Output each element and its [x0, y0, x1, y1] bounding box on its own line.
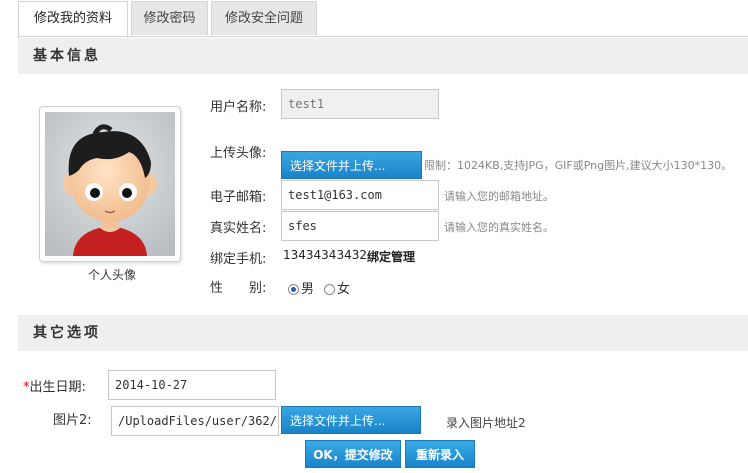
section-title-other: 其它选项: [33, 325, 101, 341]
gender-male-radio[interactable]: [288, 284, 299, 295]
gender-female-option[interactable]: 女: [324, 278, 350, 297]
reset-button[interactable]: 重新录入: [405, 440, 475, 468]
phone-label: 绑定手机:: [210, 252, 267, 267]
realname-label: 真实姓名:: [210, 221, 267, 236]
gender-male-label: 男: [301, 282, 315, 297]
image2-field[interactable]: /UploadFiles/user/362/u: [111, 406, 279, 436]
upload-avatar-hint: 限制：1024KB,支持JPG，GIF或Png图片,建议大小130*130。: [424, 159, 733, 172]
gender-female-radio[interactable]: [324, 284, 335, 295]
tab-edit-profile[interactable]: 修改我的资料: [18, 1, 128, 38]
avatar: [45, 112, 175, 256]
email-label: 电子邮箱:: [210, 190, 267, 205]
gender-male-option[interactable]: 男: [288, 278, 314, 297]
gender-female-label: 女: [337, 282, 351, 297]
image2-label: 图片2:: [53, 413, 92, 428]
upload-avatar-label: 上传头像:: [210, 146, 267, 161]
tab-divider: [18, 36, 748, 37]
phone-manage-link[interactable]: 绑定管理: [367, 248, 415, 265]
upload-avatar-button[interactable]: 选择文件并上传...: [281, 151, 422, 179]
realname-field[interactable]: sfes: [281, 211, 439, 241]
birthday-label: 出生日期:: [29, 380, 86, 395]
phone-value: 13434343432: [283, 248, 367, 262]
realname-hint: 请输入您的真实姓名。: [444, 221, 554, 234]
submit-button[interactable]: OK，提交修改: [305, 440, 401, 468]
email-hint: 请输入您的邮箱地址。: [444, 190, 554, 203]
tab-bar: 修改我的资料 修改密码 修改安全问题: [0, 0, 748, 38]
gender-label: 性 别:: [210, 281, 267, 296]
birthday-label-wrap: *出生日期:: [23, 376, 86, 395]
section-title-basic: 基本信息: [33, 48, 101, 64]
section-other-options: 其它选项: [18, 315, 748, 351]
avatar-caption: 个人头像: [88, 268, 137, 282]
image2-hint: 录入图片地址2: [446, 416, 526, 430]
avatar-frame: [39, 106, 181, 262]
username-field[interactable]: test1: [281, 89, 439, 119]
email-field[interactable]: test1@163.com: [281, 180, 439, 210]
tab-change-password[interactable]: 修改密码: [131, 1, 208, 35]
avatar-cartoon-icon: [45, 112, 175, 256]
section-basic-info: 基本信息: [18, 38, 748, 74]
tab-security-question[interactable]: 修改安全问题: [211, 1, 317, 35]
username-label: 用户名称:: [210, 100, 267, 115]
birthday-field[interactable]: 2014-10-27: [108, 370, 276, 400]
image2-upload-button[interactable]: 选择文件并上传...: [281, 406, 421, 434]
